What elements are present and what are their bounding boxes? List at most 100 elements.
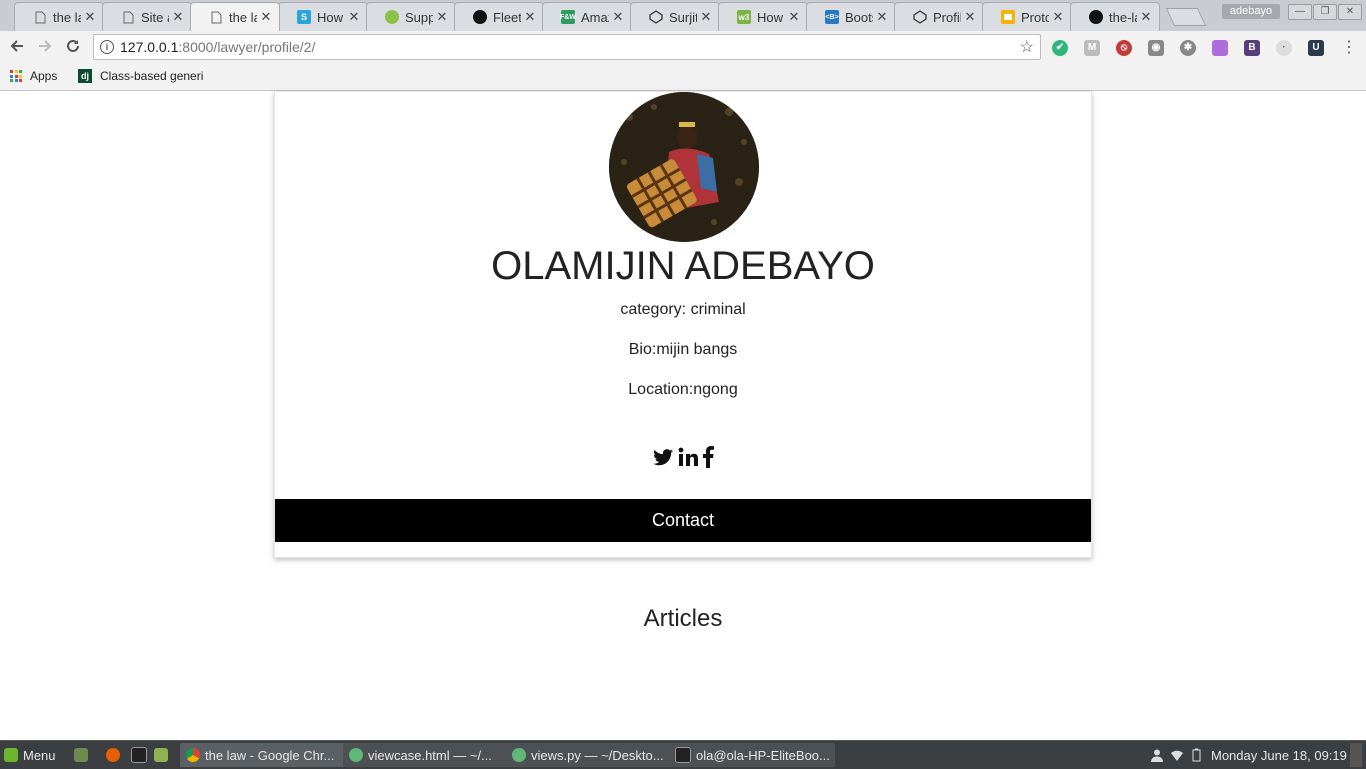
window-title: views.py — ~/Deskto... [531,747,664,763]
browser-tab[interactable]: w3 How ✕ [718,2,808,31]
slides-icon [1001,10,1015,24]
contact-button[interactable]: Contact [275,499,1091,542]
close-icon[interactable]: ✕ [433,9,451,25]
clock[interactable]: Monday June 18, 09:19 [1211,743,1347,767]
tab-title: Amaz [581,9,609,25]
close-icon[interactable]: ✕ [1049,9,1067,25]
tab-title: Site a [141,9,169,25]
profile-category: category: criminal [620,301,746,318]
terminal-launcher[interactable] [131,743,152,767]
tab-title: the la [53,9,81,25]
star-icon[interactable]: ☆ [1020,37,1034,57]
tab-title: Surjit [669,9,697,25]
taskbar-window-viewcase[interactable]: viewcase.html — ~/... [343,743,509,767]
bookmark-apps[interactable]: Apps [10,69,57,83]
extension-block-icon[interactable]: ⦸ [1116,40,1132,56]
folder-icon [154,748,168,762]
apps-grid-icon [10,70,22,82]
forward-button[interactable] [34,37,56,59]
tab-title: Fleeti [493,9,521,25]
tab-title: How t [317,9,345,25]
browser-tab[interactable]: Surjit ✕ [630,2,720,31]
camera-icon[interactable]: ◉ [1148,40,1164,56]
github-icon [1089,10,1103,24]
editor-icon [349,748,363,762]
profile-name: OLAMIJIN ADEBAYO [491,244,875,288]
minimize-button[interactable]: — [1288,4,1312,20]
user-icon[interactable] [1150,743,1164,767]
taskbar-window-views[interactable]: views.py — ~/Deskto... [506,743,672,767]
browser-tab[interactable]: Suppo ✕ [366,2,456,31]
menu-dots-icon[interactable]: ⋮ [1338,37,1360,59]
extension-u-icon[interactable]: U [1308,40,1324,56]
extension-m-icon[interactable]: M [1084,40,1100,56]
browser-tab[interactable]: Proto ✕ [982,2,1072,31]
desktop-corner-button[interactable] [1350,743,1362,767]
tab-title: Suppo [405,9,433,25]
close-icon[interactable]: ✕ [345,9,363,25]
browser-tab[interactable]: Fleeti ✕ [454,2,544,31]
close-icon[interactable]: ✕ [961,9,979,25]
close-icon[interactable]: ✕ [81,9,99,25]
profile-card: OLAMIJIN ADEBAYO category: criminal Bio:… [274,91,1092,558]
close-window-button[interactable]: ✕ [1338,4,1362,20]
extension-circle-icon[interactable]: · [1276,40,1292,56]
extension-color-icon[interactable] [1212,40,1228,56]
page-icon [33,10,47,24]
window-title: viewcase.html — ~/... [368,747,492,763]
close-icon[interactable]: ✕ [521,9,539,25]
info-icon[interactable]: i [100,40,114,54]
terminal-icon [675,747,691,763]
avatar [609,92,759,242]
fw-icon: F&W [560,10,576,24]
bookmark-class-based[interactable]: dj Class-based generi [78,69,203,83]
wifi-icon[interactable] [1170,743,1184,767]
browser-tab[interactable]: the-la ✕ [1070,2,1160,31]
page-icon [121,10,135,24]
firefox-launcher[interactable] [106,743,125,767]
restore-button[interactable]: ❐ [1313,4,1337,20]
github-icon [473,10,487,24]
close-icon[interactable]: ✕ [609,9,627,25]
window-title: ola@ola-HP-EliteBoo... [696,747,830,763]
twitter-icon[interactable] [652,446,674,468]
django-icon: dj [78,69,92,83]
new-tab-button[interactable] [1165,8,1207,26]
browser-tab-active[interactable]: the la ✕ [190,2,280,31]
profile-chip[interactable]: adebayo [1222,4,1280,19]
browser-tab[interactable]: <B> Boots ✕ [806,2,896,31]
reload-button[interactable] [62,37,84,59]
show-desktop-button[interactable] [74,743,93,767]
close-icon[interactable]: ✕ [873,9,891,25]
browser-tab[interactable]: F&W Amaz ✕ [542,2,632,31]
close-icon[interactable]: ✕ [1137,9,1155,25]
bootstrap-icon[interactable]: B [1244,40,1260,56]
battery-icon[interactable] [1192,743,1201,767]
back-button[interactable] [6,37,28,59]
close-icon[interactable]: ✕ [697,9,715,25]
taskbar-window-chrome[interactable]: the law - Google Chr... [180,743,346,767]
menu-label: Menu [23,747,56,763]
bootsnipp-icon: <B> [825,10,839,24]
browser-tab[interactable]: S How t ✕ [278,2,368,31]
extension-check-icon[interactable]: ✔ [1052,40,1068,56]
browser-tab[interactable]: Profil ✕ [894,2,984,31]
stackoverflow-icon: S [297,10,311,24]
files-launcher[interactable] [154,743,173,767]
address-bar[interactable]: i 127.0.0.1:8000/lawyer/profile/2/ ☆ [93,34,1041,60]
bookmark-label: Apps [30,69,58,83]
browser-tab[interactable]: the la ✕ [14,2,104,31]
start-menu-button[interactable]: Menu [4,743,56,767]
bug-icon[interactable]: ✱ [1180,40,1196,56]
arrow-left-icon [10,40,23,52]
linkedin-icon[interactable] [678,446,698,468]
close-icon[interactable]: ✕ [257,9,275,25]
close-icon[interactable]: ✕ [169,9,187,25]
close-icon[interactable]: ✕ [785,9,803,25]
editor-icon [512,748,526,762]
facebook-icon[interactable] [702,446,714,468]
browser-tab[interactable]: Site a ✕ [102,2,192,31]
taskbar-window-terminal[interactable]: ola@ola-HP-EliteBoo... [669,743,835,767]
reload-icon [67,39,79,52]
android-icon [385,10,399,24]
